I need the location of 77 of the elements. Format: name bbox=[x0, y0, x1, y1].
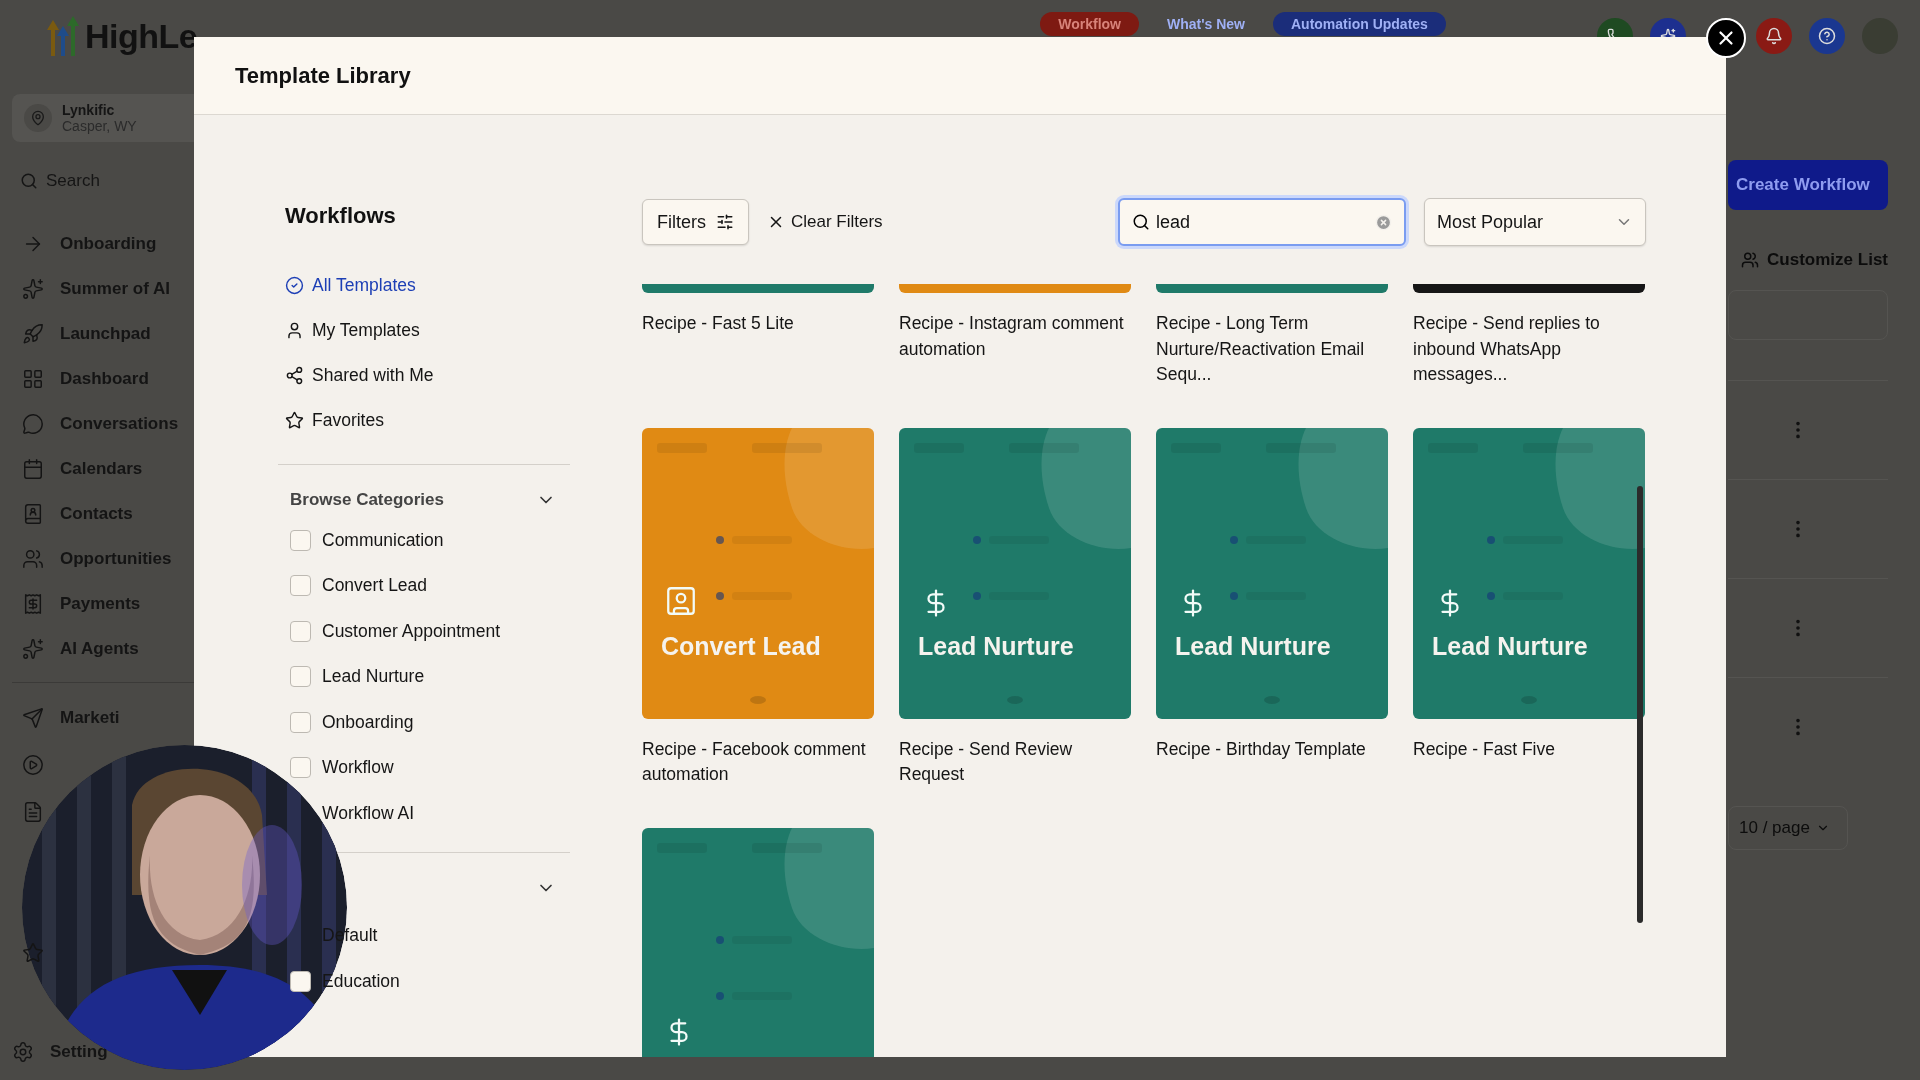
section-title: Browse Categories bbox=[290, 490, 444, 510]
clear-icon[interactable] bbox=[1375, 213, 1392, 231]
category-option[interactable]: Lead Nurture bbox=[322, 666, 425, 688]
category-label: Lead Nurture bbox=[1432, 631, 1588, 661]
category-option[interactable]: Customer Appointment bbox=[322, 620, 500, 642]
header-pill[interactable]: Workflow bbox=[1040, 12, 1139, 36]
share-icon bbox=[285, 365, 304, 385]
header-pill[interactable]: What's New bbox=[1148, 12, 1263, 36]
template-title[interactable]: Recipe - Birthday Template bbox=[1156, 736, 1388, 762]
nav-item[interactable]: All Templates bbox=[312, 274, 416, 296]
contact-book-icon bbox=[22, 503, 44, 525]
paper-plane-icon bbox=[22, 707, 44, 729]
rocket-icon bbox=[22, 323, 44, 345]
user-icon bbox=[285, 320, 304, 340]
location-icon bbox=[24, 104, 52, 132]
people-icon bbox=[1741, 251, 1760, 269]
category-option[interactable]: Communication bbox=[322, 529, 444, 551]
checkbox[interactable] bbox=[290, 757, 311, 779]
sliders-icon bbox=[716, 213, 734, 231]
close-button[interactable] bbox=[1706, 18, 1746, 58]
category-option[interactable]: Workflow AI bbox=[322, 803, 415, 825]
panel-heading: Workflows bbox=[284, 203, 397, 229]
logo-text: HighLe bbox=[85, 16, 198, 56]
category-label: Convert Lead bbox=[661, 631, 821, 661]
category-label: Lead Nurture bbox=[918, 631, 1074, 661]
clear-filters-button[interactable]: Clear Filters bbox=[767, 212, 883, 232]
checkbox[interactable] bbox=[290, 575, 311, 597]
chat-bubble-icon bbox=[22, 413, 44, 435]
search-icon bbox=[1132, 213, 1150, 231]
category-option[interactable]: Convert Lead bbox=[322, 575, 428, 597]
template-title[interactable]: Recipe - Fast Five bbox=[1413, 736, 1645, 762]
sort-dropdown[interactable]: Most Popular bbox=[1424, 198, 1646, 246]
sparkle-icon bbox=[22, 638, 44, 660]
category-option[interactable]: Onboarding bbox=[322, 711, 414, 733]
card-thumbnail[interactable]: Lead Nurture bbox=[899, 427, 1131, 719]
checkbox[interactable] bbox=[290, 620, 311, 642]
search-input[interactable]: lead bbox=[1156, 211, 1369, 233]
nav-item[interactable]: My Templates bbox=[312, 319, 420, 341]
star-icon bbox=[285, 410, 304, 430]
bell-icon[interactable] bbox=[1756, 18, 1792, 54]
nav-item[interactable]: Favorites bbox=[312, 409, 384, 431]
people-icon bbox=[22, 548, 44, 570]
template-title[interactable]: Recipe - Fast 5 Lite bbox=[642, 311, 874, 337]
card-thumbnail[interactable] bbox=[642, 827, 874, 1057]
scrollbar[interactable] bbox=[1637, 486, 1643, 923]
checkbox[interactable] bbox=[290, 970, 311, 992]
grid-icon bbox=[22, 368, 44, 390]
account-name: Lynkific bbox=[62, 102, 116, 118]
template-title[interactable]: Recipe - Send replies to inbound WhatsApp messages... bbox=[1413, 311, 1645, 388]
checkbox[interactable] bbox=[290, 529, 311, 551]
logo-icon bbox=[45, 16, 79, 56]
play-circle-icon[interactable] bbox=[22, 754, 44, 776]
card-thumbnail[interactable]: Lead Nurture bbox=[1156, 427, 1388, 719]
create-workflow-button[interactable]: Create Workflow bbox=[1728, 160, 1888, 210]
calendar-icon bbox=[22, 458, 44, 480]
nav-item[interactable]: Shared with Me bbox=[312, 364, 434, 386]
receipt-icon bbox=[22, 593, 44, 615]
sparkle-icon bbox=[22, 278, 44, 300]
checkbox[interactable] bbox=[290, 711, 311, 733]
template-title[interactable]: Recipe - Long Term Nurture/Reactivation Email Sequ... bbox=[1156, 311, 1388, 388]
search-field[interactable]: lead bbox=[1118, 198, 1406, 246]
filters-button[interactable]: Filters bbox=[642, 199, 749, 245]
check-circle-icon bbox=[285, 275, 304, 295]
header-pill[interactable]: Automation Updates bbox=[1273, 12, 1446, 36]
template-title[interactable]: Recipe - Facebook comment automation bbox=[642, 736, 874, 788]
search-icon bbox=[20, 172, 38, 190]
category-option[interactable]: Workflow bbox=[322, 757, 394, 779]
template-title[interactable]: Recipe - Instagram comment automation bbox=[899, 311, 1131, 362]
category-label: Lead Nurture bbox=[1175, 631, 1331, 661]
settings-icon bbox=[12, 1041, 34, 1063]
template-title[interactable]: Recipe - Send Review Request bbox=[899, 736, 1131, 788]
checkbox[interactable] bbox=[290, 666, 311, 688]
document-icon[interactable] bbox=[22, 801, 44, 823]
star-icon[interactable] bbox=[22, 942, 44, 964]
dialog-title: Template Library bbox=[235, 62, 411, 89]
card-thumbnail[interactable]: Lead Nurture bbox=[1413, 427, 1645, 719]
help-icon[interactable] bbox=[1809, 18, 1845, 54]
